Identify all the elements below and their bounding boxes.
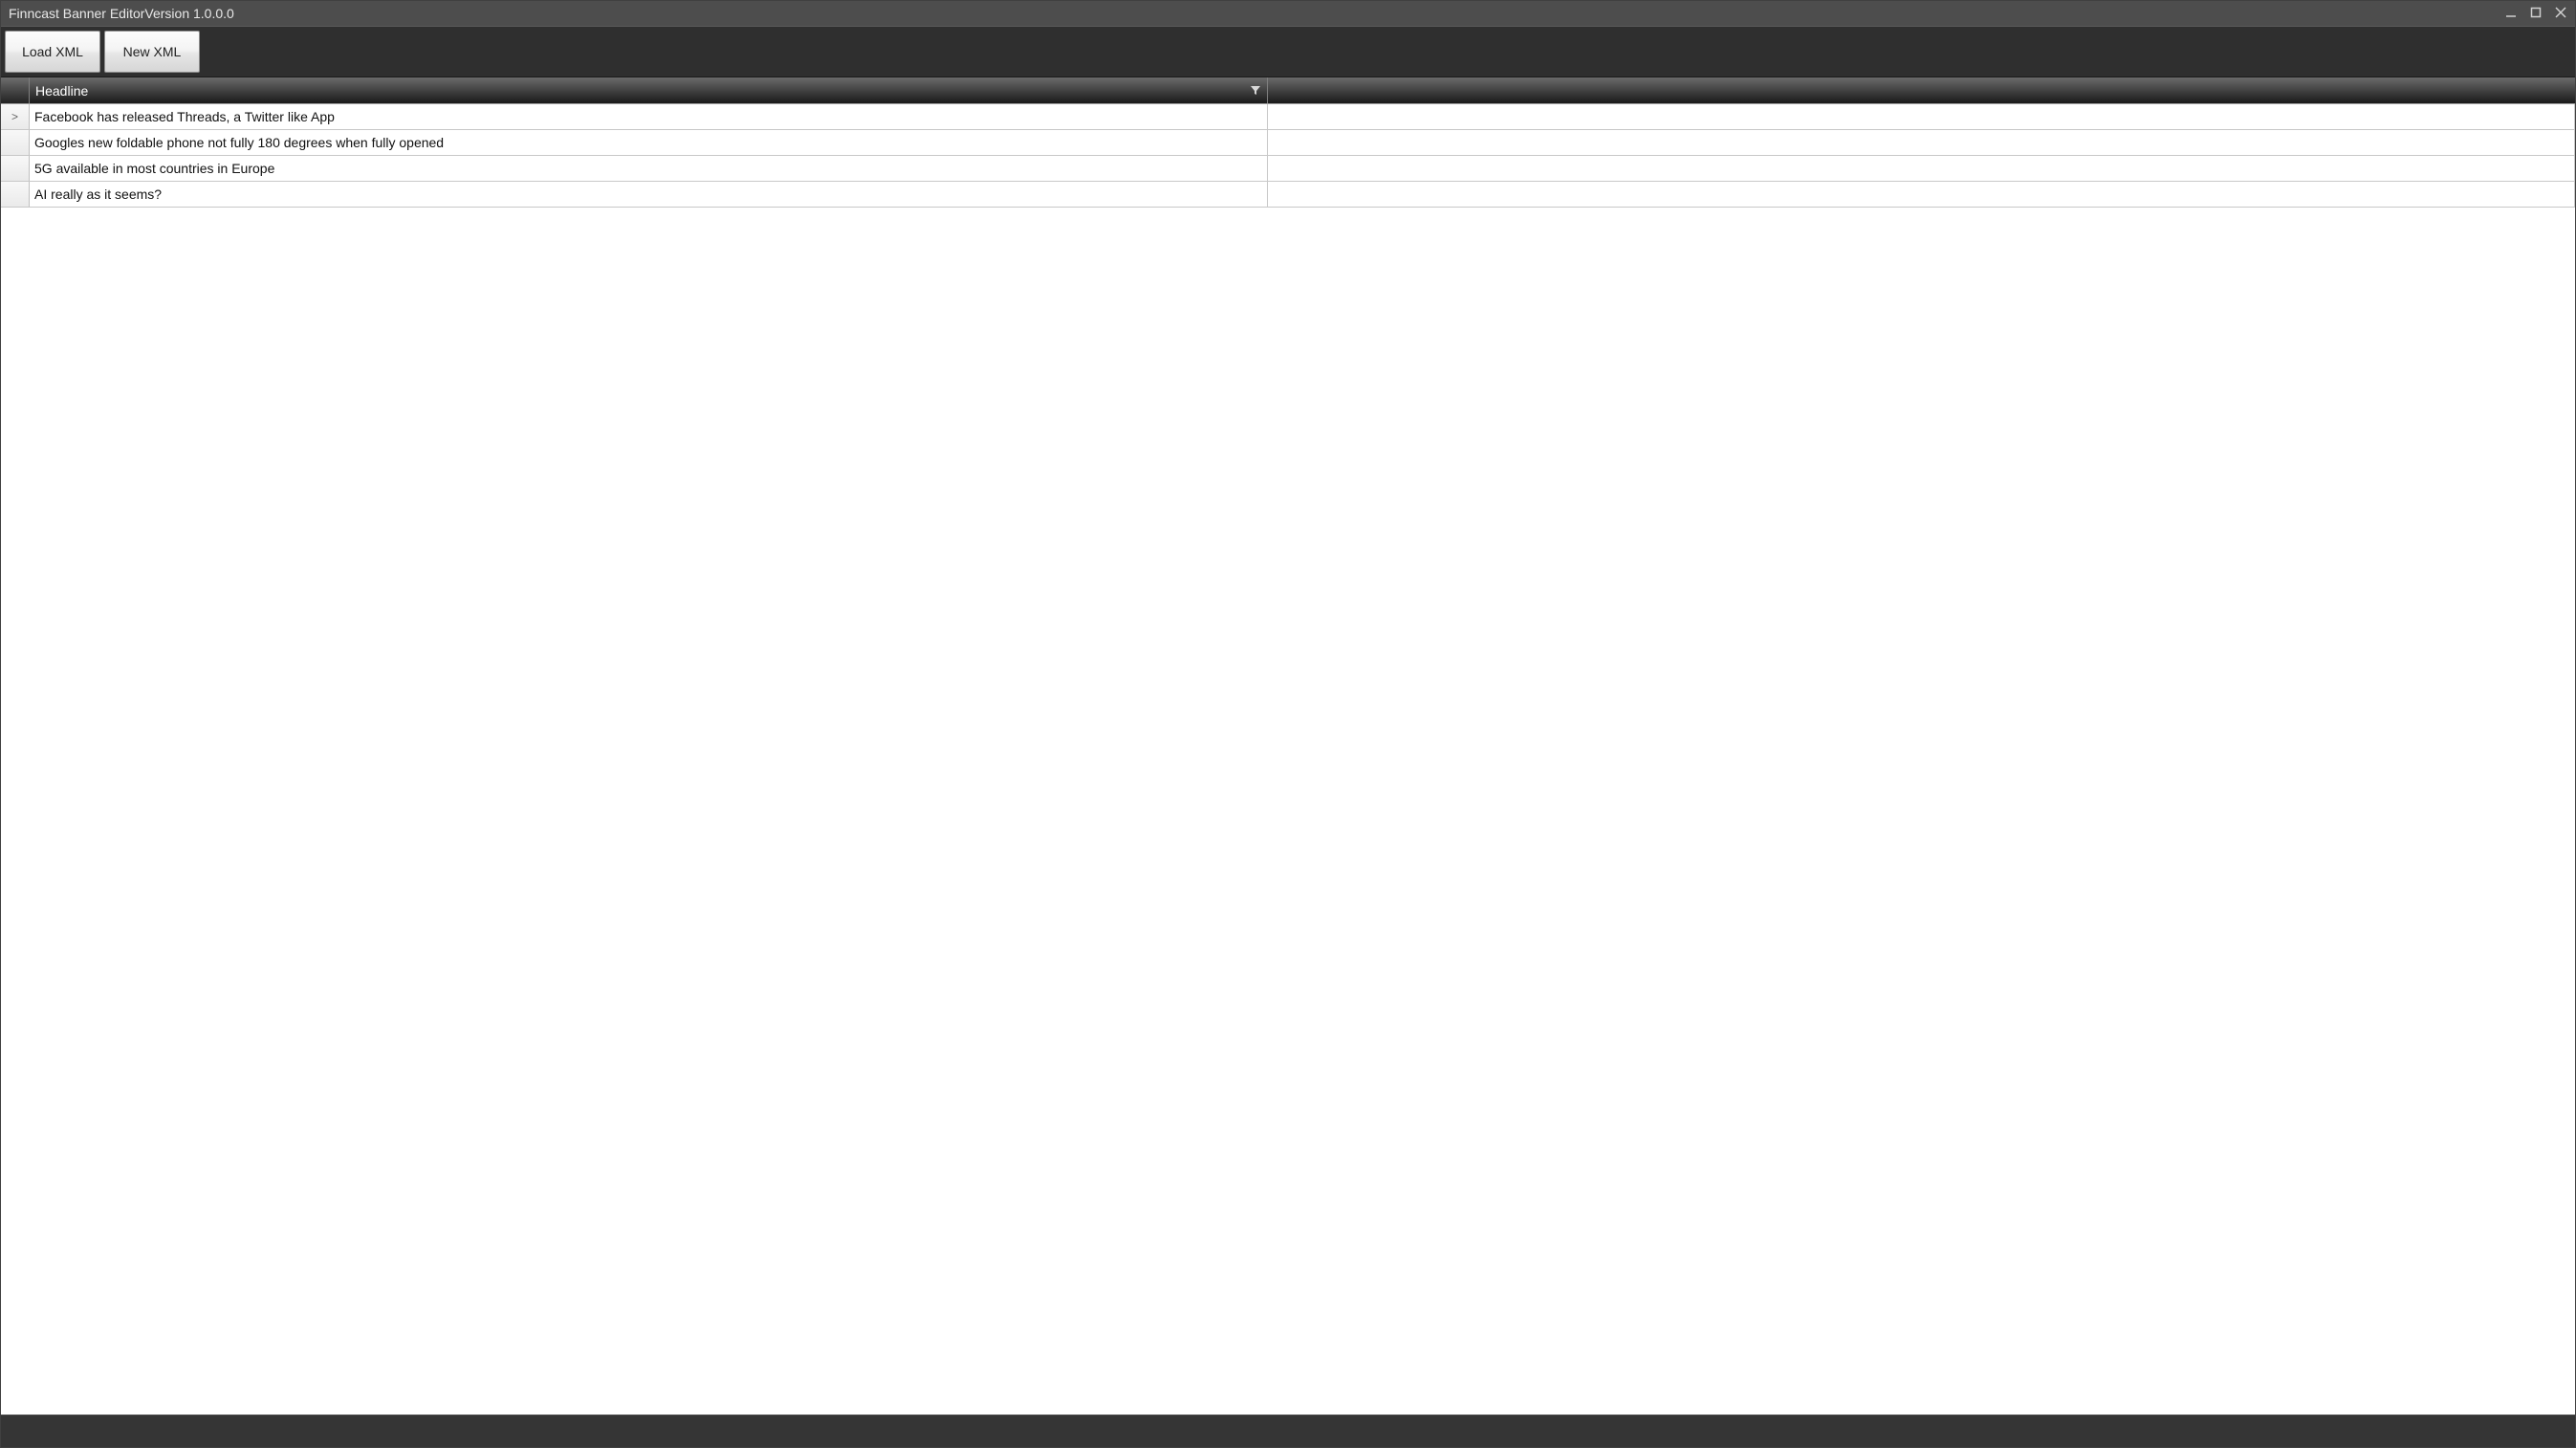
grid-corner[interactable]	[1, 77, 30, 103]
cell-headline[interactable]: Facebook has released Threads, a Twitter…	[30, 104, 1268, 129]
window-controls	[2504, 6, 2567, 22]
toolbar: Load XML New XML	[1, 26, 2575, 77]
row-header[interactable]: >	[1, 104, 30, 129]
new-xml-button[interactable]: New XML	[104, 31, 200, 73]
table-row[interactable]: AI really as it seems?	[1, 182, 2575, 208]
column-header-filler	[1268, 77, 2575, 103]
cell-filler	[1268, 130, 2575, 155]
data-grid[interactable]: Headline > Facebook has released Threads,…	[1, 77, 2575, 1415]
row-header[interactable]	[1, 130, 30, 155]
table-row[interactable]: 5G available in most countries in Europe	[1, 156, 2575, 182]
row-selected-indicator-icon: >	[11, 110, 18, 123]
titlebar[interactable]: Finncast Banner EditorVersion 1.0.0.0	[1, 1, 2575, 26]
column-header-label: Headline	[35, 83, 88, 99]
maximize-button[interactable]	[2529, 6, 2543, 22]
cell-filler	[1268, 182, 2575, 207]
window-title: Finncast Banner EditorVersion 1.0.0.0	[9, 6, 234, 21]
filter-icon[interactable]	[1250, 83, 1261, 99]
minimize-icon	[2504, 6, 2518, 19]
row-header[interactable]	[1, 156, 30, 181]
load-xml-button[interactable]: Load XML	[5, 31, 100, 73]
cell-headline[interactable]: AI really as it seems?	[30, 182, 1268, 207]
cell-headline[interactable]: Googles new foldable phone not fully 180…	[30, 130, 1268, 155]
cell-headline[interactable]: 5G available in most countries in Europe	[30, 156, 1268, 181]
row-header[interactable]	[1, 182, 30, 207]
table-row[interactable]: > Facebook has released Threads, a Twitte…	[1, 104, 2575, 130]
column-header-headline[interactable]: Headline	[30, 77, 1268, 103]
cell-filler	[1268, 156, 2575, 181]
statusbar	[1, 1415, 2575, 1447]
close-button[interactable]	[2554, 6, 2567, 22]
maximize-icon	[2529, 6, 2543, 19]
app-window: Finncast Banner EditorVersion 1.0.0.0 Lo…	[0, 0, 2576, 1448]
close-icon	[2554, 6, 2567, 19]
table-row[interactable]: Googles new foldable phone not fully 180…	[1, 130, 2575, 156]
minimize-button[interactable]	[2504, 6, 2518, 22]
cell-filler	[1268, 104, 2575, 129]
grid-body: > Facebook has released Threads, a Twitte…	[1, 104, 2575, 208]
grid-header-row: Headline	[1, 77, 2575, 104]
